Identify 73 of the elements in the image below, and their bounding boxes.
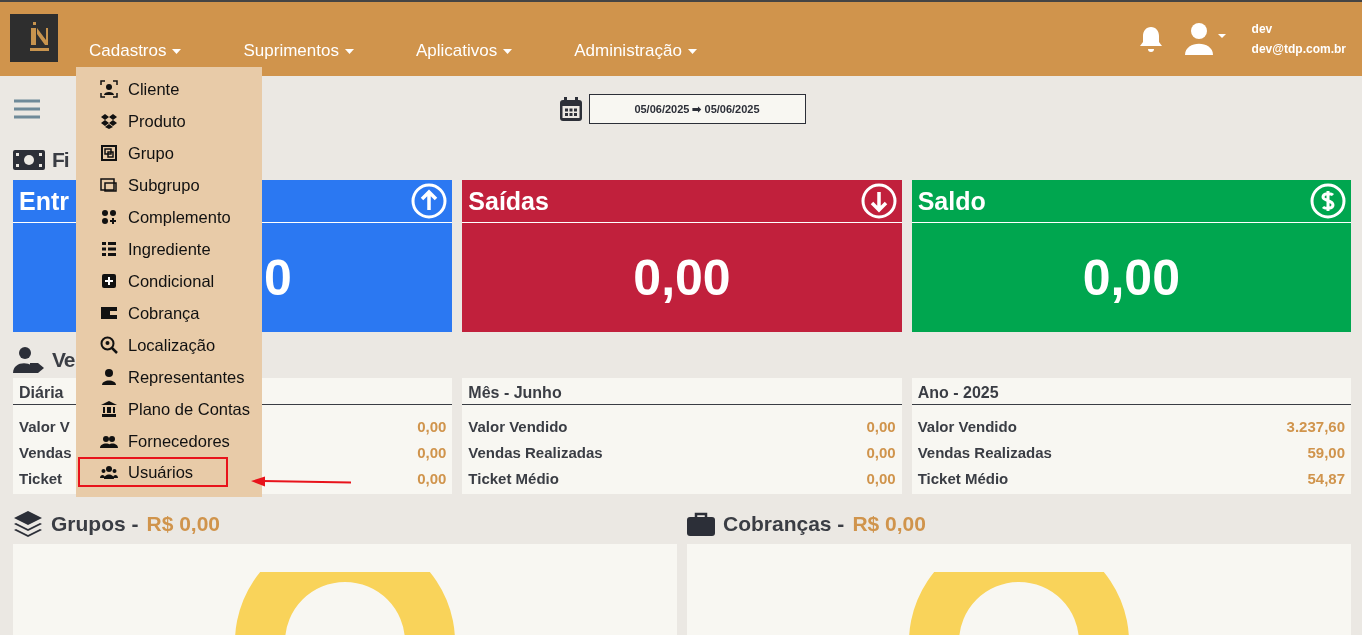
section-title: Fi bbox=[52, 148, 69, 172]
menu-item[interactable]: Grupo bbox=[78, 137, 260, 169]
panel-title: Mês - Junho bbox=[462, 384, 902, 405]
arrow-down-circle-icon bbox=[860, 183, 897, 219]
menu-item[interactable]: Complemento bbox=[78, 201, 260, 233]
card-value: 0,00 bbox=[633, 248, 731, 307]
card-title: Saídas bbox=[468, 186, 549, 216]
caret-icon bbox=[172, 48, 182, 54]
stat-label: Ticket Médio bbox=[917, 469, 1009, 487]
section-title: Ve bbox=[52, 348, 75, 372]
caret-icon bbox=[503, 48, 513, 54]
menu-item[interactable]: Subgrupo bbox=[78, 169, 260, 201]
layers-icon bbox=[13, 510, 43, 538]
chart-title: Cobranças - bbox=[723, 512, 845, 536]
menu-item[interactable]: Produto bbox=[78, 105, 260, 137]
stat-label: Valor V bbox=[19, 417, 70, 435]
dollar-circle-icon bbox=[1310, 183, 1346, 219]
card-value: 0,00 bbox=[1082, 248, 1180, 307]
menu-item[interactable]: Fornecedores bbox=[78, 425, 260, 457]
user-name: dev bbox=[1251, 22, 1274, 36]
panel-title: Ano - 2025 bbox=[911, 384, 1351, 405]
date-range-field[interactable]: 05/06/2025 ➡ 05/06/2025 bbox=[588, 94, 806, 124]
calendar-icon[interactable] bbox=[558, 96, 583, 122]
briefcase-icon bbox=[687, 512, 715, 536]
stat-value: 59,00 bbox=[1307, 443, 1345, 461]
chart-amount: R$ 0,00 bbox=[146, 512, 221, 536]
arrow-up-circle-icon bbox=[411, 183, 448, 219]
stat-label: Vendas bbox=[19, 443, 72, 461]
menu-item[interactable]: Localização bbox=[78, 329, 260, 361]
caret-icon bbox=[687, 48, 697, 54]
menu-item[interactable]: Cliente bbox=[78, 73, 260, 105]
bank-icon bbox=[100, 400, 118, 418]
wallet-icon bbox=[100, 304, 118, 322]
list-icon bbox=[100, 240, 118, 258]
user-avatar-icon[interactable] bbox=[1183, 22, 1226, 56]
stat-value: 0,00 bbox=[417, 417, 447, 435]
dots-icon bbox=[100, 208, 118, 226]
stat-value: 0,00 bbox=[866, 469, 896, 487]
location-search-icon bbox=[100, 336, 118, 354]
stat-label: Valor Vendido bbox=[468, 417, 568, 435]
stat-label: Vendas Realizadas bbox=[468, 443, 603, 461]
stat-label: Vendas Realizadas bbox=[917, 443, 1052, 461]
card-value: 0 bbox=[264, 248, 292, 307]
card-title: Entr bbox=[19, 186, 69, 216]
card-title: Saldo bbox=[917, 186, 986, 216]
stat-label: Valor Vendido bbox=[917, 417, 1017, 435]
stat-value: 3.237,60 bbox=[1286, 417, 1345, 435]
stat-value: 0,00 bbox=[866, 443, 896, 461]
logo-icon[interactable] bbox=[10, 14, 58, 62]
user-tag-icon bbox=[13, 346, 45, 374]
caret-icon bbox=[344, 48, 354, 54]
user-frame-icon bbox=[100, 80, 118, 98]
menu-item[interactable]: Condicional bbox=[78, 265, 260, 297]
money-bill-icon bbox=[13, 150, 45, 170]
menu-item[interactable]: Usuários bbox=[78, 457, 228, 487]
stat-value: 0,00 bbox=[417, 443, 447, 461]
users-icon bbox=[100, 463, 118, 481]
chart-amount: R$ 0,00 bbox=[852, 512, 926, 536]
chart-title: Grupos - bbox=[51, 512, 139, 536]
subgroup-icon bbox=[100, 176, 118, 194]
stat-value: 0,00 bbox=[866, 417, 896, 435]
stat-label: Ticket bbox=[19, 469, 63, 487]
menu-item[interactable]: Cobrança bbox=[78, 297, 260, 329]
user-email: dev@tdp.com.br bbox=[1251, 42, 1346, 56]
stat-value: 54,87 bbox=[1307, 469, 1345, 487]
plus-square-icon bbox=[100, 272, 118, 290]
boxes-icon bbox=[100, 112, 118, 130]
notification-bell-icon[interactable] bbox=[1137, 25, 1164, 53]
stat-value: 0,00 bbox=[417, 469, 447, 487]
group-icon bbox=[100, 144, 118, 162]
menu-item[interactable]: Ingrediente bbox=[78, 233, 260, 265]
stat-label: Ticket Médio bbox=[468, 469, 559, 487]
menu-icon[interactable] bbox=[13, 97, 41, 121]
